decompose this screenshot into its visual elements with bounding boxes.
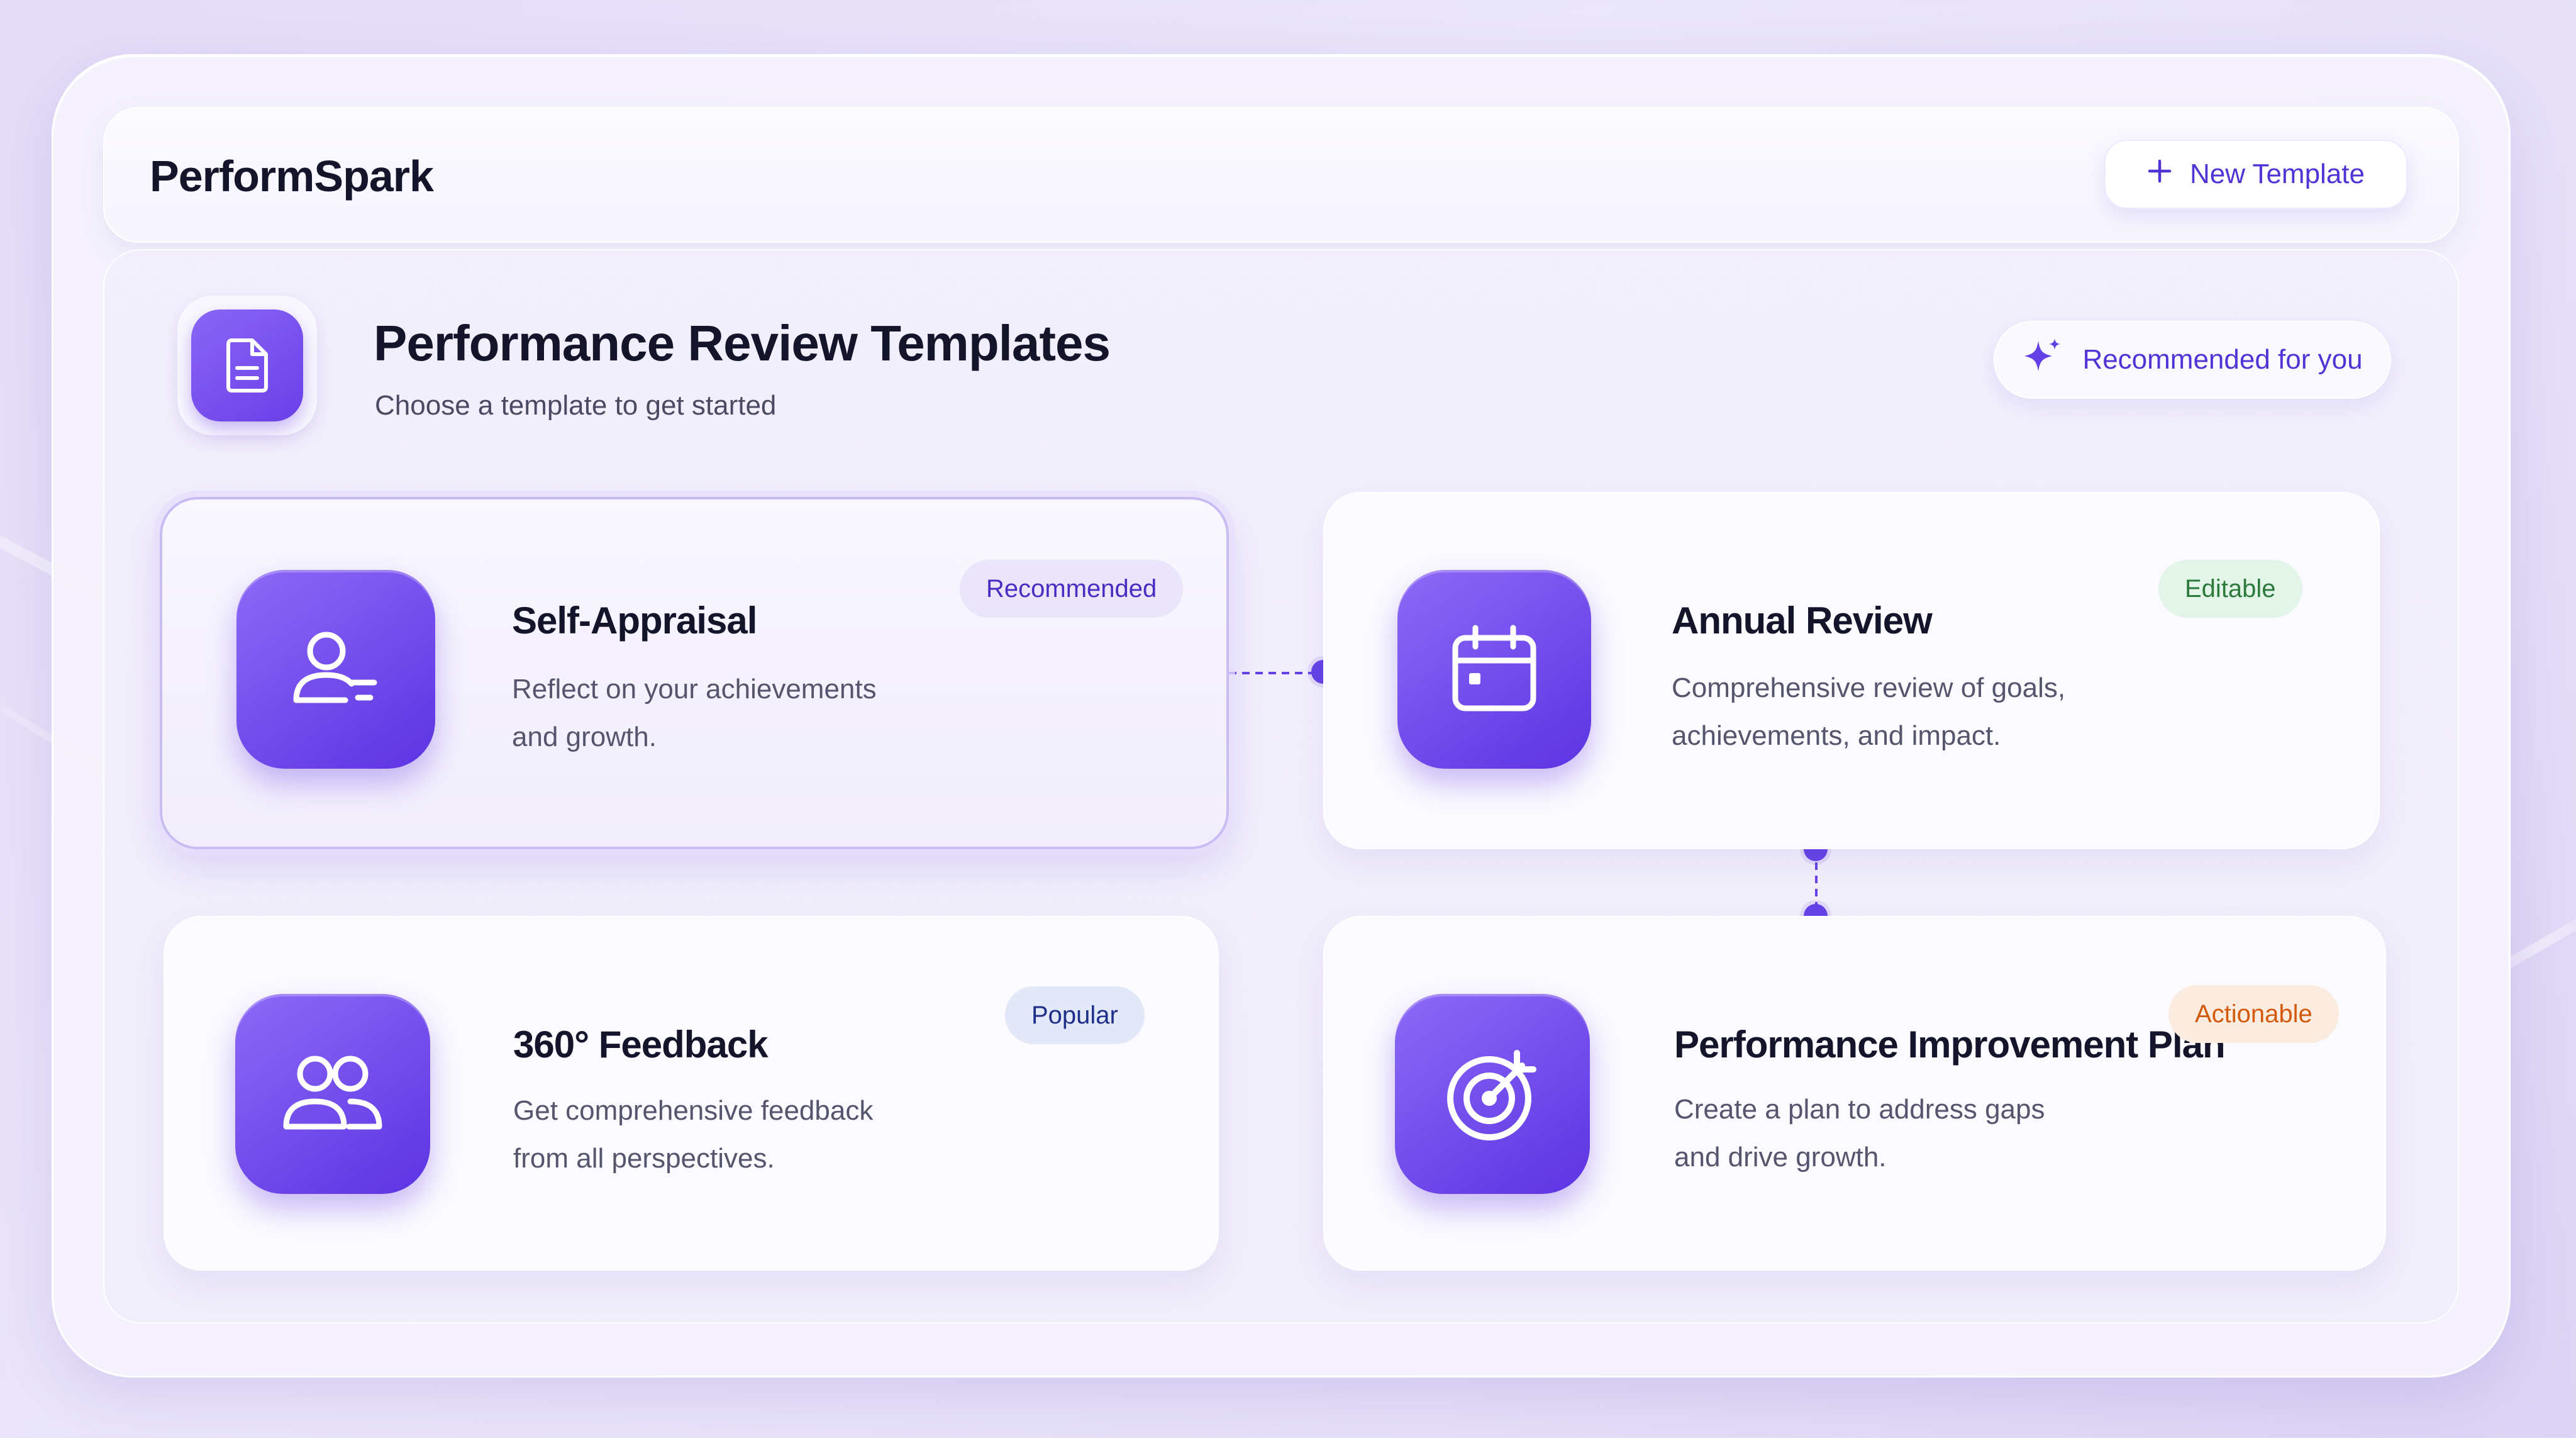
template-card-performance-improvement-plan[interactable]: Performance Improvement Plan Create a pl… [1323,916,2386,1271]
description-line: achievements, and impact. [1672,720,2001,751]
description-line: Comprehensive review of goals, [1672,672,2066,703]
description-line: from all perspectives. [513,1143,775,1174]
description-line: and growth. [512,722,657,752]
plus-icon [2147,159,2172,191]
calendar-icon [1397,570,1591,769]
badge-editable: Editable [2158,560,2302,618]
new-template-label: New Template [2190,159,2365,189]
new-template-button[interactable]: New Template [2104,140,2407,209]
document-icon [191,309,303,421]
brand-logo[interactable]: PerformSpark [150,108,434,244]
description-line: and drive growth. [1674,1142,1887,1173]
badge-recommended: Recommended [960,560,1184,618]
template-card-annual-review[interactable]: Annual Review Comprehensive review of go… [1323,492,2380,849]
template-description: Get comprehensive feedback from all pers… [513,1087,873,1183]
template-title: 360° Feedback [513,1023,769,1066]
template-title: Self-Appraisal [512,599,757,642]
badge-actionable: Actionable [2168,985,2339,1043]
description-line: Reflect on your achievements [512,674,877,705]
template-card-self-appraisal[interactable]: Self-Appraisal Reflect on your achieveme… [160,497,1229,849]
description-line: Create a plan to address gaps [1674,1094,2045,1125]
template-title: Performance Improvement Plan [1674,1023,2226,1066]
target-icon [1395,994,1590,1194]
description-line: Get comprehensive feedback [513,1095,874,1126]
recommended-for-you-button[interactable]: Recommended for you [1994,321,2391,399]
template-description: Comprehensive review of goals, achieveme… [1672,664,2065,760]
top-bar: PerformSpark New Template [103,107,2459,243]
page-subtitle: Choose a template to get started [375,390,777,421]
template-card-360-feedback[interactable]: 360° Feedback Get comprehensive feedback… [164,916,1219,1271]
header-icon-container [177,296,317,435]
page-title: Performance Review Templates [374,315,1111,371]
user-edit-icon [236,570,435,769]
template-description: Create a plan to address gaps and drive … [1674,1086,2045,1181]
badge-popular: Popular [1005,986,1145,1044]
sparkle-icon [2022,336,2063,384]
recommended-for-you-label: Recommended for you [2082,344,2363,375]
template-title: Annual Review [1672,599,1933,642]
users-icon [235,994,430,1194]
template-description: Reflect on your achievements and growth. [512,666,877,761]
